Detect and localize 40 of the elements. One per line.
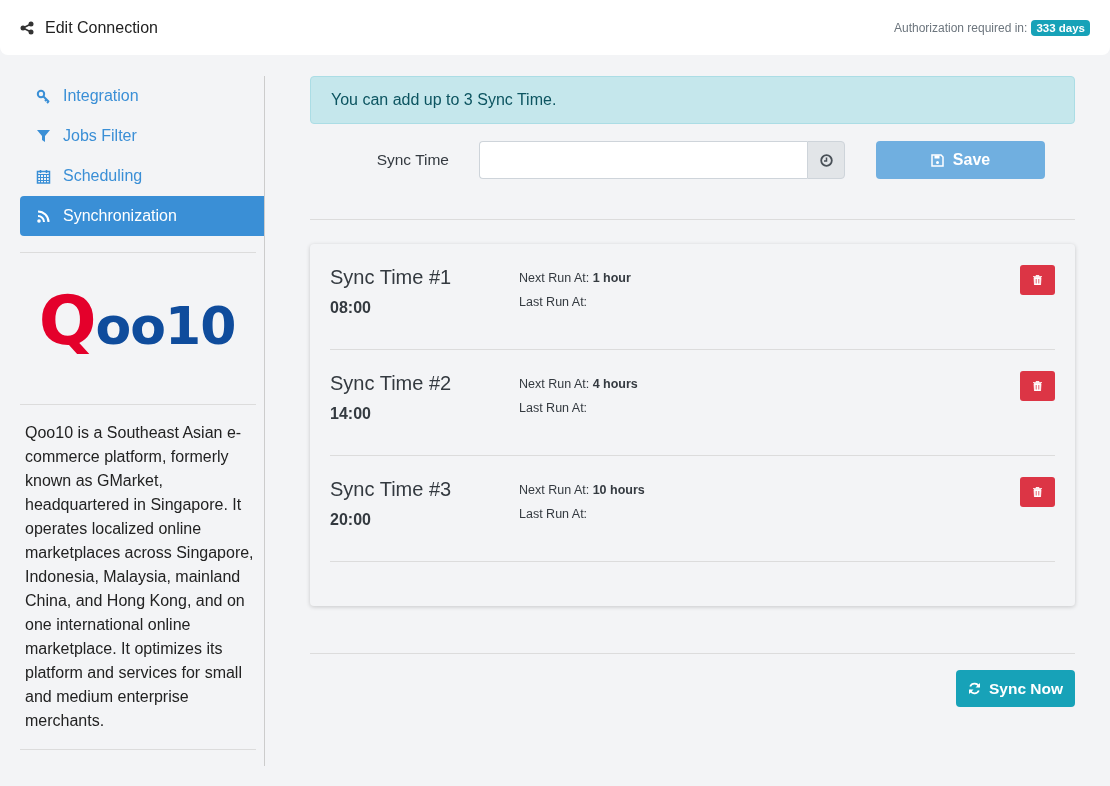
- next-run-text: Next Run At: 10 hours: [519, 483, 646, 497]
- sync-now-button[interactable]: Sync Now: [956, 670, 1075, 707]
- sync-time-value: 08:00: [330, 299, 372, 317]
- last-run-text: Last Run At:: [519, 401, 589, 415]
- sync-time-title: Sync Time #2: [330, 372, 453, 395]
- sidebar-item[interactable]: Integration: [20, 76, 264, 116]
- rss-icon: [36, 209, 51, 223]
- sync-time-title: Sync Time #1: [330, 266, 453, 289]
- share-icon: [20, 20, 34, 35]
- next-run-text: Next Run At: 1 hour: [519, 271, 632, 285]
- sync-time-value: 14:00: [330, 405, 372, 423]
- sidebar-item[interactable]: Synchronization: [20, 196, 264, 236]
- last-run-text: Last Run At:: [519, 295, 589, 309]
- calendar-icon: [36, 168, 51, 184]
- time-input-field[interactable]: [479, 141, 807, 179]
- delete-button[interactable]: [1020, 477, 1055, 507]
- trash-icon: [1033, 381, 1042, 391]
- trash-icon: [1033, 487, 1042, 497]
- info-alert: You can add up to 3 Sync Time.: [310, 76, 1075, 124]
- trash-icon: [1033, 275, 1042, 285]
- clock-icon: [819, 153, 833, 167]
- save-button[interactable]: Save: [876, 141, 1045, 179]
- refresh-icon: [967, 682, 981, 695]
- authorization-label: Authorization required in:: [893, 20, 1028, 35]
- delete-button[interactable]: [1020, 371, 1055, 401]
- qoo10-logo: Qoo10: [38, 281, 236, 360]
- description-text: Qoo10 is a Southeast Asian e-commerce platform, formerly known as GMarket, headquartered in Singapore. It operates localized online marketplaces across Singapore, Indonesia, Malaysia, mainland China, and Hong Kong, and on one international online marketplace. It optimizes its platform and services for small and medium enterprise merchants.: [25, 423, 255, 731]
- field-label: Sync Time: [375, 151, 450, 169]
- sync-time-title: Sync Time #3: [330, 478, 453, 501]
- key-icon: [36, 88, 51, 104]
- last-run-text: Last Run At:: [519, 507, 589, 521]
- sidebar-item[interactable]: Scheduling: [20, 156, 264, 196]
- next-run-text: Next Run At: 4 hours: [519, 377, 639, 391]
- page-title: Edit Connection: [45, 18, 158, 37]
- delete-button[interactable]: [1020, 265, 1055, 295]
- filter-icon: [36, 129, 51, 143]
- sync-time-value: 20:00: [330, 511, 372, 529]
- sidebar-item[interactable]: Jobs Filter: [20, 116, 264, 156]
- clock-button[interactable]: [807, 141, 845, 179]
- days-badge: 333 days: [1031, 19, 1090, 36]
